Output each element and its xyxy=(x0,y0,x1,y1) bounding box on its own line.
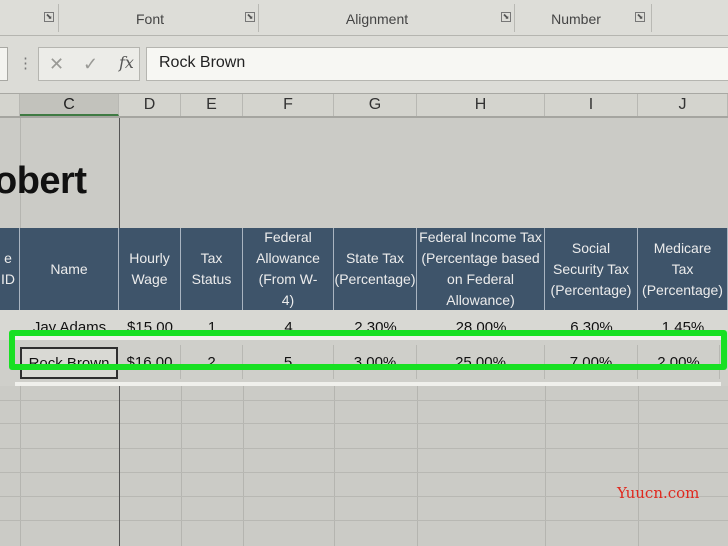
header-employee-id: e ID xyxy=(0,228,20,310)
insert-function-icon[interactable]: fx xyxy=(119,53,134,72)
ribbon-group-font: Font xyxy=(135,11,164,27)
header-state-tax: State Tax (Percentage) xyxy=(334,228,417,310)
column-header-c[interactable]: C xyxy=(20,94,119,116)
gridline-row xyxy=(0,520,728,521)
sheet-title: obert xyxy=(0,160,87,202)
column-header-e[interactable]: E xyxy=(181,94,243,116)
formula-buttons: ✕ ✓ fx xyxy=(38,47,140,81)
ribbon-group-number: Number xyxy=(551,11,601,27)
gridline-row xyxy=(0,448,728,449)
ribbon-separator xyxy=(258,4,259,32)
highlight-box xyxy=(9,330,727,370)
column-header-d[interactable]: D xyxy=(119,94,181,116)
dialog-launcher-icon[interactable]: ⬊ xyxy=(44,12,54,22)
header-social-security-tax: Social Security Tax (Percentage) xyxy=(545,228,638,310)
highlight-edge xyxy=(15,382,721,386)
number-dialog-launcher-icon[interactable]: ⬊ xyxy=(635,12,645,22)
column-header-partial[interactable] xyxy=(0,94,20,116)
cancel-icon[interactable]: ✕ xyxy=(49,54,64,75)
watermark: Yuucn.com xyxy=(617,484,700,502)
header-federal-income-tax: Federal Income Tax (Percentage based on … xyxy=(417,228,545,310)
ribbon-separator xyxy=(514,4,515,32)
column-header-g[interactable]: G xyxy=(334,94,417,116)
header-name: Name xyxy=(20,228,119,310)
formula-input[interactable]: Rock Brown xyxy=(146,47,728,81)
column-header-h[interactable]: H xyxy=(417,94,545,116)
ribbon-group-alignment: Alignment xyxy=(345,11,409,27)
alignment-dialog-launcher-icon[interactable]: ⬊ xyxy=(501,12,511,22)
gridline-row xyxy=(0,400,728,401)
ribbon-separator xyxy=(651,4,652,32)
header-medicare-tax: Medicare Tax (Percentage) xyxy=(638,228,728,310)
column-header-j[interactable]: J xyxy=(638,94,728,116)
column-headers: C D E F G H I J xyxy=(0,94,728,118)
ribbon: ⬊ Font ⬊ Alignment ⬊ Number ⬊ xyxy=(0,0,728,36)
header-hourly-wage: Hourly Wage xyxy=(119,228,181,310)
enter-check-icon[interactable]: ✓ xyxy=(83,54,98,75)
name-box[interactable] xyxy=(0,47,8,81)
gridline-row xyxy=(0,472,728,473)
header-federal-allowance: Federal Allowance (From W-4) xyxy=(243,228,334,310)
ribbon-separator xyxy=(58,4,59,32)
header-tax-status: Tax Status xyxy=(181,228,243,310)
formula-bar: ⋮ ✕ ✓ fx Rock Brown xyxy=(0,36,728,94)
more-options-icon[interactable]: ⋮ xyxy=(18,54,33,72)
font-dialog-launcher-icon[interactable]: ⬊ xyxy=(245,12,255,22)
gridline-row xyxy=(0,423,728,424)
column-header-i[interactable]: I xyxy=(545,94,638,116)
column-header-f[interactable]: F xyxy=(243,94,334,116)
